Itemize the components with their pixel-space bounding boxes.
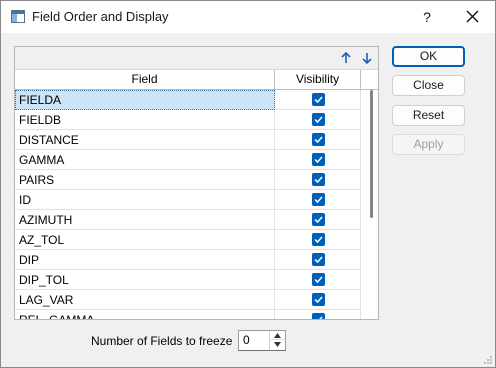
visibility-checkbox[interactable] bbox=[312, 233, 325, 246]
checkmark-icon bbox=[314, 96, 323, 104]
checkmark-icon bbox=[314, 176, 323, 184]
visibility-checkbox[interactable] bbox=[312, 133, 325, 146]
checkmark-icon bbox=[314, 216, 323, 224]
ok-button[interactable]: OK bbox=[392, 46, 465, 67]
grid-rows: FIELDA FIELDB DISTANCE GAMMA PAIRS ID AZIMUTH A… bbox=[15, 90, 365, 319]
column-header-visibility[interactable]: Visibility bbox=[275, 70, 361, 89]
dialog-window: Field Order and Display ? Field Visibili… bbox=[0, 0, 496, 368]
arrow-down-icon bbox=[362, 53, 372, 65]
spinner-up-button[interactable] bbox=[270, 331, 285, 340]
field-name-cell[interactable]: PAIRS bbox=[15, 170, 275, 190]
visibility-checkbox[interactable] bbox=[312, 253, 325, 266]
visibility-checkbox[interactable] bbox=[312, 193, 325, 206]
table-row[interactable]: DIP_TOL bbox=[15, 270, 365, 290]
visibility-cell bbox=[275, 310, 361, 319]
table-row[interactable]: REL_GAMMA bbox=[15, 310, 365, 319]
visibility-cell bbox=[275, 90, 361, 110]
visibility-cell bbox=[275, 250, 361, 270]
reset-button[interactable]: Reset bbox=[392, 105, 465, 126]
visibility-checkbox[interactable] bbox=[312, 153, 325, 166]
table-row[interactable]: PAIRS bbox=[15, 170, 365, 190]
checkmark-icon bbox=[315, 316, 323, 319]
freeze-label: Number of Fields to freeze bbox=[91, 334, 233, 348]
checkmark-icon bbox=[314, 276, 323, 284]
arrow-up-icon bbox=[341, 51, 351, 63]
visibility-checkbox[interactable] bbox=[312, 273, 325, 286]
visibility-checkbox[interactable] bbox=[312, 173, 325, 186]
checkmark-icon bbox=[314, 156, 323, 164]
table-row[interactable]: AZ_TOL bbox=[15, 230, 365, 250]
spinner-down-button[interactable] bbox=[270, 340, 285, 349]
freeze-count-value[interactable]: 0 bbox=[243, 333, 250, 347]
field-name-cell[interactable]: AZIMUTH bbox=[15, 210, 275, 230]
field-name-cell[interactable]: REL_GAMMA bbox=[15, 310, 275, 319]
close-icon bbox=[466, 10, 479, 23]
table-row[interactable]: AZIMUTH bbox=[15, 210, 365, 230]
table-row[interactable]: LAG_VAR bbox=[15, 290, 365, 310]
resize-grip-icon[interactable] bbox=[483, 355, 493, 365]
freeze-count-spinner[interactable]: 0 bbox=[238, 330, 286, 351]
visibility-cell bbox=[275, 190, 361, 210]
checkmark-icon bbox=[314, 236, 323, 244]
visibility-cell bbox=[275, 270, 361, 290]
title-bar: Field Order and Display ? bbox=[1, 1, 495, 33]
table-row[interactable]: FIELDB bbox=[15, 110, 365, 130]
table-row[interactable]: DIP bbox=[15, 250, 365, 270]
visibility-cell bbox=[275, 110, 361, 130]
field-name-cell[interactable]: DIP_TOL bbox=[15, 270, 275, 290]
grid-toolbar bbox=[15, 47, 378, 70]
visibility-cell bbox=[275, 290, 361, 310]
app-window-icon bbox=[11, 10, 25, 23]
table-row[interactable]: FIELDA bbox=[15, 90, 365, 110]
checkmark-icon bbox=[314, 116, 323, 124]
spinner-buttons bbox=[269, 331, 285, 350]
move-up-button[interactable] bbox=[338, 50, 354, 66]
move-down-button[interactable] bbox=[359, 50, 375, 66]
caret-up-icon bbox=[274, 333, 281, 338]
apply-button[interactable]: Apply bbox=[392, 134, 465, 155]
field-name-cell[interactable]: DISTANCE bbox=[15, 130, 275, 150]
checkmark-icon bbox=[314, 256, 323, 264]
close-window-button[interactable] bbox=[459, 5, 485, 29]
field-name-cell[interactable]: FIELDB bbox=[15, 110, 275, 130]
visibility-checkbox[interactable] bbox=[312, 113, 325, 126]
visibility-checkbox[interactable] bbox=[312, 293, 325, 306]
visibility-cell bbox=[275, 150, 361, 170]
help-button[interactable]: ? bbox=[415, 5, 439, 29]
field-grid: Field Visibility FIELDA FIELDB DISTANCE GAM… bbox=[14, 46, 379, 320]
field-name-cell[interactable]: LAG_VAR bbox=[15, 290, 275, 310]
field-name-cell[interactable]: FIELDA bbox=[15, 90, 275, 110]
caret-down-icon bbox=[274, 342, 281, 347]
visibility-cell bbox=[275, 130, 361, 150]
visibility-checkbox[interactable] bbox=[312, 213, 325, 226]
field-name-cell[interactable]: DIP bbox=[15, 250, 275, 270]
field-name-cell[interactable]: AZ_TOL bbox=[15, 230, 275, 250]
field-name-cell[interactable]: ID bbox=[15, 190, 275, 210]
table-row[interactable]: ID bbox=[15, 190, 365, 210]
dialog-title: Field Order and Display bbox=[32, 9, 169, 24]
visibility-cell bbox=[275, 230, 361, 250]
visibility-cell bbox=[275, 210, 361, 230]
checkmark-icon bbox=[314, 136, 323, 144]
visibility-cell bbox=[275, 170, 361, 190]
column-header-field[interactable]: Field bbox=[15, 70, 275, 89]
visibility-checkbox[interactable] bbox=[312, 93, 325, 106]
close-button[interactable]: Close bbox=[392, 75, 465, 96]
table-row[interactable]: GAMMA bbox=[15, 150, 365, 170]
scrollbar-thumb[interactable] bbox=[370, 90, 373, 218]
table-row[interactable]: DISTANCE bbox=[15, 130, 365, 150]
field-name-cell[interactable]: GAMMA bbox=[15, 150, 275, 170]
vertical-scrollbar[interactable] bbox=[365, 90, 378, 319]
visibility-checkbox[interactable] bbox=[312, 313, 325, 319]
checkmark-icon bbox=[314, 196, 323, 204]
checkmark-icon bbox=[314, 296, 323, 304]
grid-header: Field Visibility bbox=[15, 70, 378, 90]
